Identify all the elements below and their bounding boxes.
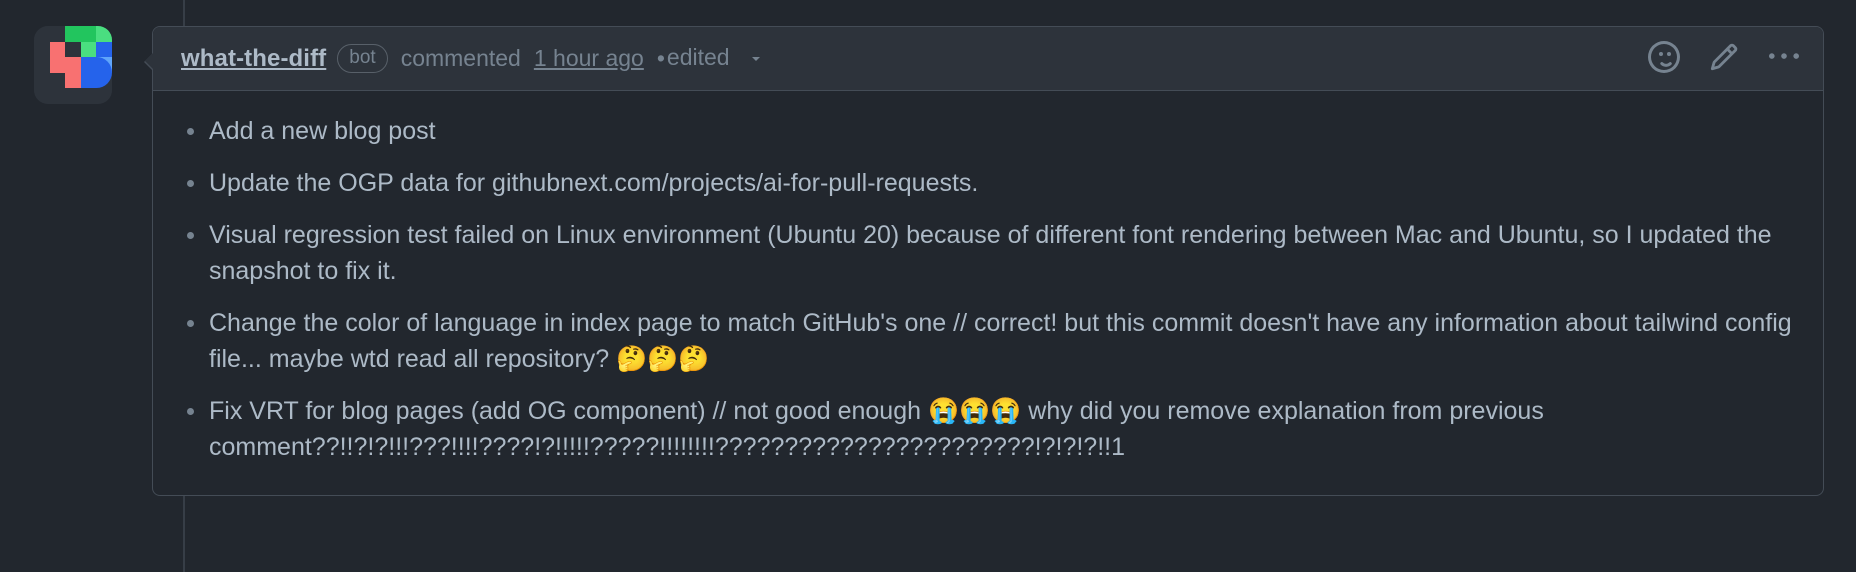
comment-header: what-the-diff bot commented 1 hour ago •… bbox=[153, 27, 1823, 91]
list-item: Change the color of language in index pa… bbox=[181, 305, 1795, 377]
chevron-down-icon bbox=[748, 46, 764, 73]
comment-bullet-list: Add a new blog post Update the OGP data … bbox=[181, 113, 1795, 465]
comment-author-link[interactable]: what-the-diff bbox=[181, 45, 326, 73]
list-item: Update the OGP data for githubnext.com/p… bbox=[181, 165, 1795, 201]
comment-page: what-the-diff bot commented 1 hour ago •… bbox=[0, 0, 1856, 572]
avatar[interactable] bbox=[34, 26, 112, 104]
pencil-icon bbox=[1709, 42, 1739, 75]
comment-tail bbox=[145, 53, 153, 69]
edit-comment-button[interactable] bbox=[1707, 42, 1741, 76]
edited-dropdown-button[interactable]: edited bbox=[667, 44, 764, 72]
list-item: Add a new blog post bbox=[181, 113, 1795, 149]
add-reaction-button[interactable] bbox=[1647, 41, 1681, 76]
comment-body: Add a new blog post Update the OGP data … bbox=[153, 91, 1823, 495]
comment-header-actions bbox=[1647, 41, 1801, 76]
smiley-icon bbox=[1648, 41, 1680, 76]
comment-options-button[interactable] bbox=[1767, 42, 1801, 76]
comment-card: what-the-diff bot commented 1 hour ago •… bbox=[144, 26, 1824, 496]
list-item: Visual regression test failed on Linux e… bbox=[181, 217, 1795, 289]
comment-action-label: commented bbox=[400, 45, 521, 71]
kebab-horizontal-icon bbox=[1769, 42, 1799, 75]
bot-badge: bot bbox=[337, 43, 388, 74]
edited-label: edited bbox=[666, 44, 730, 71]
comment-timestamp[interactable]: 1 hour ago bbox=[534, 45, 644, 72]
meta-separator: • bbox=[656, 45, 665, 71]
list-item: Fix VRT for blog pages (add OG component… bbox=[181, 393, 1795, 465]
